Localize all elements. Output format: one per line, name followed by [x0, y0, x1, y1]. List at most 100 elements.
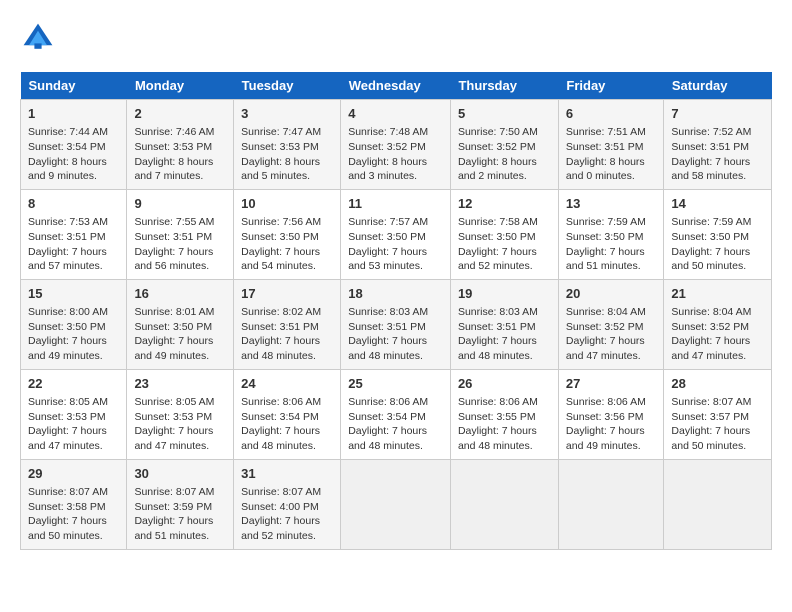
- calendar-cell: 23Sunrise: 8:05 AM Sunset: 3:53 PM Dayli…: [127, 369, 234, 459]
- calendar-cell: 21 Sunrise: 8:04 AM Sunset: 3:52 PM Dayli…: [664, 279, 772, 369]
- calendar-cell: 29 Sunrise: 8:07 AM Sunset: 3:58 PM Dayli…: [21, 459, 127, 549]
- day-number: 5: [458, 105, 551, 123]
- day-number: 19: [458, 285, 551, 303]
- day-number: 30: [134, 465, 226, 483]
- day-number: 2: [134, 105, 226, 123]
- day-of-week-header: Tuesday: [234, 72, 341, 100]
- day-number: 12: [458, 195, 551, 213]
- day-number: 20: [566, 285, 657, 303]
- calendar-cell: 18 Sunrise: 8:03 AM Sunset: 3:51 PM Dayli…: [341, 279, 451, 369]
- calendar-week-row: 8 Sunrise: 7:53 AM Sunset: 3:51 PM Daylig…: [21, 189, 772, 279]
- calendar-cell: 25Sunrise: 8:06 AM Sunset: 3:54 PM Dayli…: [341, 369, 451, 459]
- day-info: Sunrise: 7:57 AM Sunset: 3:50 PM Dayligh…: [348, 215, 443, 274]
- logo-icon: [20, 20, 56, 56]
- calendar-cell: [450, 459, 558, 549]
- day-number: 18: [348, 285, 443, 303]
- day-info: Sunrise: 7:56 AM Sunset: 3:50 PM Dayligh…: [241, 215, 333, 274]
- day-number: 15: [28, 285, 119, 303]
- calendar-cell: 20 Sunrise: 8:04 AM Sunset: 3:52 PM Dayli…: [558, 279, 664, 369]
- calendar-cell: 17 Sunrise: 8:02 AM Sunset: 3:51 PM Dayli…: [234, 279, 341, 369]
- calendar-cell: 26 Sunrise: 8:06 AM Sunset: 3:55 PM Dayli…: [450, 369, 558, 459]
- day-info: Sunrise: 8:04 AM Sunset: 3:52 PM Dayligh…: [566, 305, 657, 364]
- day-info: Sunrise: 7:48 AM Sunset: 3:52 PM Dayligh…: [348, 125, 443, 184]
- day-number: 4: [348, 105, 443, 123]
- day-number: 11: [348, 195, 443, 213]
- day-number: 21: [671, 285, 764, 303]
- day-info: Sunrise: 8:01 AM Sunset: 3:50 PM Dayligh…: [134, 305, 226, 364]
- day-number: 29: [28, 465, 119, 483]
- calendar-body: 1 Sunrise: 7:44 AM Sunset: 3:54 PM Daylig…: [21, 100, 772, 550]
- day-of-week-header: Thursday: [450, 72, 558, 100]
- day-info: Sunrise: 8:06 AM Sunset: 3:56 PM Dayligh…: [566, 395, 657, 454]
- day-info: Sunrise: 8:07 AM Sunset: 3:59 PM Dayligh…: [134, 485, 226, 544]
- day-info: Sunrise: 7:50 AM Sunset: 3:52 PM Dayligh…: [458, 125, 551, 184]
- page-header: [20, 20, 772, 56]
- logo: [20, 20, 60, 56]
- day-info: Sunrise: 7:47 AM Sunset: 3:53 PM Dayligh…: [241, 125, 333, 184]
- calendar-cell: 30 Sunrise: 8:07 AM Sunset: 3:59 PM Dayli…: [127, 459, 234, 549]
- day-info: Sunrise: 7:51 AM Sunset: 3:51 PM Dayligh…: [566, 125, 657, 184]
- day-number: 26: [458, 375, 551, 393]
- day-of-week-header: Saturday: [664, 72, 772, 100]
- day-info: Sunrise: 7:46 AM Sunset: 3:53 PM Dayligh…: [134, 125, 226, 184]
- calendar-cell: 4 Sunrise: 7:48 AM Sunset: 3:52 PM Daylig…: [341, 100, 451, 190]
- calendar-cell: 6Sunrise: 7:51 AM Sunset: 3:51 PM Daylig…: [558, 100, 664, 190]
- day-info: Sunrise: 8:07 AM Sunset: 3:58 PM Dayligh…: [28, 485, 119, 544]
- day-info: Sunrise: 8:04 AM Sunset: 3:52 PM Dayligh…: [671, 305, 764, 364]
- day-info: Sunrise: 8:07 AM Sunset: 3:57 PM Dayligh…: [671, 395, 764, 454]
- calendar-cell: 28 Sunrise: 8:07 AM Sunset: 3:57 PM Dayli…: [664, 369, 772, 459]
- day-info: Sunrise: 8:06 AM Sunset: 3:54 PM Dayligh…: [241, 395, 333, 454]
- day-info: Sunrise: 8:06 AM Sunset: 3:55 PM Dayligh…: [458, 395, 551, 454]
- day-number: 14: [671, 195, 764, 213]
- calendar-cell: 8 Sunrise: 7:53 AM Sunset: 3:51 PM Daylig…: [21, 189, 127, 279]
- day-info: Sunrise: 8:00 AM Sunset: 3:50 PM Dayligh…: [28, 305, 119, 364]
- day-number: 9: [134, 195, 226, 213]
- day-number: 24: [241, 375, 333, 393]
- day-info: Sunrise: 7:53 AM Sunset: 3:51 PM Dayligh…: [28, 215, 119, 274]
- calendar-cell: 12 Sunrise: 7:58 AM Sunset: 3:50 PM Dayli…: [450, 189, 558, 279]
- day-info: Sunrise: 8:03 AM Sunset: 3:51 PM Dayligh…: [348, 305, 443, 364]
- day-of-week-header: Wednesday: [341, 72, 451, 100]
- calendar-week-row: 15 Sunrise: 8:00 AM Sunset: 3:50 PM Dayli…: [21, 279, 772, 369]
- calendar-cell: 2 Sunrise: 7:46 AM Sunset: 3:53 PM Daylig…: [127, 100, 234, 190]
- calendar-cell: 13Sunrise: 7:59 AM Sunset: 3:50 PM Dayli…: [558, 189, 664, 279]
- calendar-cell: 24 Sunrise: 8:06 AM Sunset: 3:54 PM Dayli…: [234, 369, 341, 459]
- day-number: 16: [134, 285, 226, 303]
- day-number: 31: [241, 465, 333, 483]
- day-of-week-header: Friday: [558, 72, 664, 100]
- calendar-cell: 31 Sunrise: 8:07 AM Sunset: 4:00 PM Dayli…: [234, 459, 341, 549]
- calendar-week-row: 22Sunrise: 8:05 AM Sunset: 3:53 PM Dayli…: [21, 369, 772, 459]
- calendar-cell: [341, 459, 451, 549]
- day-info: Sunrise: 7:55 AM Sunset: 3:51 PM Dayligh…: [134, 215, 226, 274]
- calendar-cell: 9 Sunrise: 7:55 AM Sunset: 3:51 PM Daylig…: [127, 189, 234, 279]
- day-number: 23: [134, 375, 226, 393]
- day-info: Sunrise: 8:07 AM Sunset: 4:00 PM Dayligh…: [241, 485, 333, 544]
- calendar-week-row: 1 Sunrise: 7:44 AM Sunset: 3:54 PM Daylig…: [21, 100, 772, 190]
- day-number: 10: [241, 195, 333, 213]
- day-number: 28: [671, 375, 764, 393]
- day-number: 3: [241, 105, 333, 123]
- day-number: 1: [28, 105, 119, 123]
- day-of-week-header: Monday: [127, 72, 234, 100]
- calendar-week-row: 29 Sunrise: 8:07 AM Sunset: 3:58 PM Dayli…: [21, 459, 772, 549]
- calendar-cell: 16 Sunrise: 8:01 AM Sunset: 3:50 PM Dayli…: [127, 279, 234, 369]
- calendar-cell: 19 Sunrise: 8:03 AM Sunset: 3:51 PM Dayli…: [450, 279, 558, 369]
- day-info: Sunrise: 7:58 AM Sunset: 3:50 PM Dayligh…: [458, 215, 551, 274]
- day-info: Sunrise: 8:05 AM Sunset: 3:53 PM Dayligh…: [28, 395, 119, 454]
- calendar-cell: 3 Sunrise: 7:47 AM Sunset: 3:53 PM Daylig…: [234, 100, 341, 190]
- day-of-week-header: Sunday: [21, 72, 127, 100]
- day-info: Sunrise: 7:44 AM Sunset: 3:54 PM Dayligh…: [28, 125, 119, 184]
- day-info: Sunrise: 8:02 AM Sunset: 3:51 PM Dayligh…: [241, 305, 333, 364]
- calendar-header-row: SundayMondayTuesdayWednesdayThursdayFrid…: [21, 72, 772, 100]
- calendar-cell: 7Sunrise: 7:52 AM Sunset: 3:51 PM Daylig…: [664, 100, 772, 190]
- day-info: Sunrise: 8:03 AM Sunset: 3:51 PM Dayligh…: [458, 305, 551, 364]
- calendar-cell: 11 Sunrise: 7:57 AM Sunset: 3:50 PM Dayli…: [341, 189, 451, 279]
- day-number: 8: [28, 195, 119, 213]
- calendar-cell: 15 Sunrise: 8:00 AM Sunset: 3:50 PM Dayli…: [21, 279, 127, 369]
- calendar-cell: [558, 459, 664, 549]
- day-number: 17: [241, 285, 333, 303]
- calendar-cell: 10 Sunrise: 7:56 AM Sunset: 3:50 PM Dayli…: [234, 189, 341, 279]
- calendar-cell: 1 Sunrise: 7:44 AM Sunset: 3:54 PM Daylig…: [21, 100, 127, 190]
- calendar-cell: [664, 459, 772, 549]
- day-number: 27: [566, 375, 657, 393]
